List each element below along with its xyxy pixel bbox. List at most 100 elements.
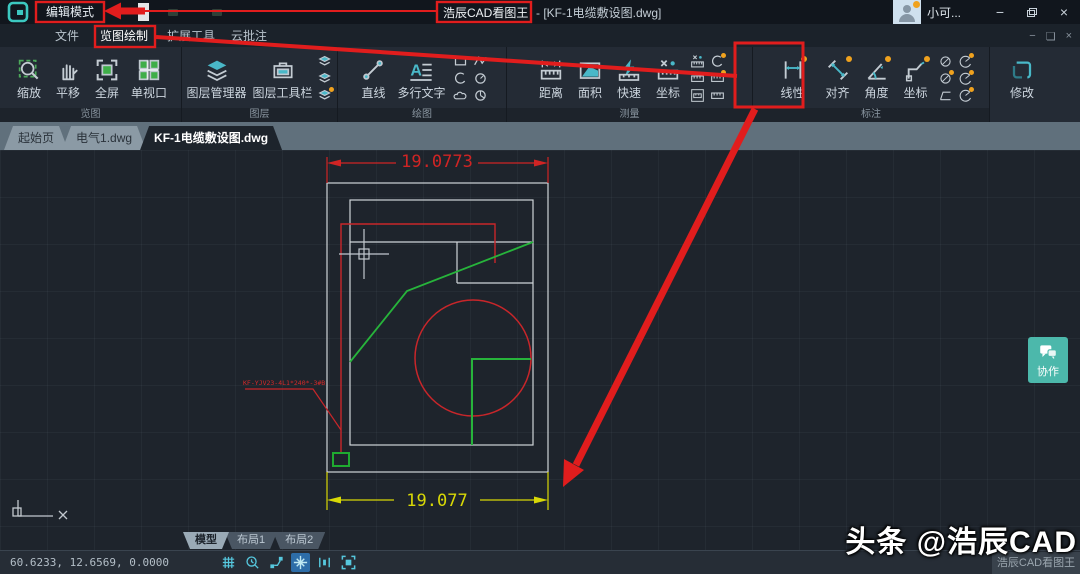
layer-on-icon[interactable] xyxy=(318,54,333,69)
username-label[interactable]: 小可... xyxy=(927,4,961,21)
ribbon-group-modify: 修改 xyxy=(990,47,1080,122)
mtext-button[interactable]: 多行文字 xyxy=(395,56,447,102)
drawing-canvas[interactable]: KF-YJV23-4L1*240*-3#B 19.0773 19.077 模型 … xyxy=(0,150,1080,550)
line-icon xyxy=(360,57,386,83)
close-button[interactable]: × xyxy=(1048,0,1080,24)
baseline-dimension-icon[interactable] xyxy=(938,88,953,103)
tab-layout1[interactable]: 布局1 xyxy=(225,532,277,549)
viewport-icon xyxy=(136,57,162,83)
draw-small-tools-1 xyxy=(453,54,468,103)
minimize-button[interactable]: − xyxy=(984,0,1016,24)
aligned-dimension-button[interactable]: 对齐 xyxy=(821,55,855,102)
cad-drawing: KF-YJV23-4L1*240*-3#B 19.0773 19.077 xyxy=(12,152,549,520)
mdi-minimize-button[interactable]: − xyxy=(1029,30,1035,43)
ordinate-dimension-button[interactable]: 坐标 xyxy=(899,55,933,102)
radius-dimension-icon[interactable] xyxy=(938,70,954,86)
menu-cloud-annotation[interactable]: 云批注 xyxy=(231,27,267,46)
ruler-small-icon[interactable] xyxy=(690,71,705,86)
mdi-restore-button[interactable]: ❏ xyxy=(1046,30,1056,43)
tab-kf1-cable[interactable]: KF-1电缆敷设图.dwg xyxy=(140,126,282,150)
ordinate-dimension-icon xyxy=(903,55,930,83)
arc-measure-icon[interactable] xyxy=(710,53,726,69)
lineweight-toggle-icon[interactable] xyxy=(315,553,334,572)
ruler-plain-icon[interactable] xyxy=(710,88,725,103)
group-label-dimension: 标注 xyxy=(753,108,989,122)
collaborate-button[interactable]: 协作 xyxy=(1028,337,1068,383)
inner-rectangle xyxy=(349,199,534,446)
ellipse-icon[interactable] xyxy=(473,88,488,103)
modify-icon xyxy=(1009,57,1035,83)
mdi-close-button[interactable]: × xyxy=(1066,30,1072,43)
grid-toggle-icon[interactable] xyxy=(219,553,238,572)
diameter-dimension-icon[interactable] xyxy=(938,54,953,69)
quick-measure-button[interactable]: 快速 xyxy=(612,56,646,102)
ribbon-group-view: 缩放 平移 全屏 单视口 览图 xyxy=(0,47,182,122)
dimension-small-tools-2 xyxy=(958,53,974,103)
user-avatar[interactable] xyxy=(893,0,921,24)
modify-button[interactable]: 修改 xyxy=(1005,56,1039,102)
green-polyline xyxy=(349,241,534,363)
mdi-window-controls: − ❏ × xyxy=(1029,30,1072,43)
menu-file[interactable]: 文件 xyxy=(55,27,79,46)
ruler-box-icon[interactable] xyxy=(690,88,705,103)
measure-small-tools-1 xyxy=(690,54,705,103)
menu-extended-tools[interactable]: 扩展工具 xyxy=(167,27,215,46)
group-label-draw: 绘图 xyxy=(338,108,506,122)
layer-freeze-icon[interactable] xyxy=(318,71,333,86)
osnap-toggle-icon[interactable] xyxy=(291,553,310,572)
watermark: 头条 @浩辰CAD xyxy=(845,526,1077,559)
dimension-bottom: 19.077 xyxy=(326,472,549,511)
layer-toolbar-button[interactable]: 图层工具栏 xyxy=(252,56,313,102)
area-button[interactable]: 面积 xyxy=(573,56,607,102)
layer-manager-button[interactable]: 图层管理器 xyxy=(186,56,247,102)
layer-lock-icon[interactable] xyxy=(318,87,334,103)
cable-leader-label: KF-YJV23-4L1*240*-3#B xyxy=(243,379,325,387)
line-button[interactable]: 直线 xyxy=(356,56,390,102)
magnifier-icon xyxy=(16,57,42,83)
fullscreen-button[interactable]: 全屏 xyxy=(90,56,124,102)
measure-small-tools-2 xyxy=(710,53,726,103)
notification-badge xyxy=(913,1,920,8)
ucs-icon xyxy=(12,500,68,520)
crosshair-cursor xyxy=(339,229,389,279)
polyline-icon[interactable] xyxy=(473,54,488,69)
tab-dianqi1[interactable]: 电气1.dwg xyxy=(62,126,146,150)
linear-dimension-button[interactable]: 线性 xyxy=(770,55,816,102)
rectangle-icon[interactable] xyxy=(453,54,468,69)
selection-cycle-icon[interactable] xyxy=(339,553,358,572)
layer-small-tools xyxy=(318,54,334,103)
polyline-nodes-icon[interactable] xyxy=(267,553,286,572)
clear-measure-icon[interactable] xyxy=(690,54,705,69)
circle-icon[interactable] xyxy=(473,71,488,86)
ribbon: 缩放 平移 全屏 单视口 览图 图层管理器 图层工具栏 图层 直线 多行文字 绘… xyxy=(0,47,1080,122)
coordinate-measure-button[interactable]: 坐标 xyxy=(651,56,685,102)
tab-start-page[interactable]: 起始页 xyxy=(4,126,68,150)
single-viewport-button[interactable]: 单视口 xyxy=(129,56,169,102)
tab-layout2[interactable]: 布局2 xyxy=(273,532,325,549)
continue-dimension-icon[interactable] xyxy=(958,87,974,103)
qat-icon[interactable] xyxy=(212,9,222,16)
ruler-dot-icon[interactable] xyxy=(710,70,726,86)
fullscreen-icon xyxy=(94,57,120,83)
menu-view-draw[interactable]: 览图绘制 xyxy=(100,27,148,46)
revision-cloud-icon[interactable] xyxy=(453,88,468,103)
collaborate-label: 协作 xyxy=(1037,365,1059,378)
xy-coordinate-icon xyxy=(655,57,681,83)
zoom-button[interactable]: 缩放 xyxy=(12,56,46,102)
zoom-history-icon[interactable] xyxy=(243,553,262,572)
distance-button[interactable]: 距离 xyxy=(534,56,568,102)
arc-icon[interactable] xyxy=(453,71,468,86)
jogged-dimension-icon[interactable] xyxy=(958,70,974,86)
app-title: 浩辰CAD看图王 xyxy=(443,6,529,20)
arc-length-icon[interactable] xyxy=(958,53,974,69)
ribbon-group-layer: 图层管理器 图层工具栏 图层 xyxy=(182,47,338,122)
angle-dimension-button[interactable]: 角度 xyxy=(860,55,894,102)
edit-mode-label[interactable]: 编辑模式 xyxy=(40,3,100,21)
qat-icon[interactable] xyxy=(168,9,178,16)
group-label-view: 览图 xyxy=(0,108,181,122)
restore-button[interactable] xyxy=(1016,0,1048,24)
pan-button[interactable]: 平移 xyxy=(51,56,85,102)
tab-model[interactable]: 模型 xyxy=(183,532,229,549)
document-title: - [KF-1电缆敷设图.dwg] xyxy=(536,6,662,20)
green-rectangle xyxy=(332,452,350,467)
